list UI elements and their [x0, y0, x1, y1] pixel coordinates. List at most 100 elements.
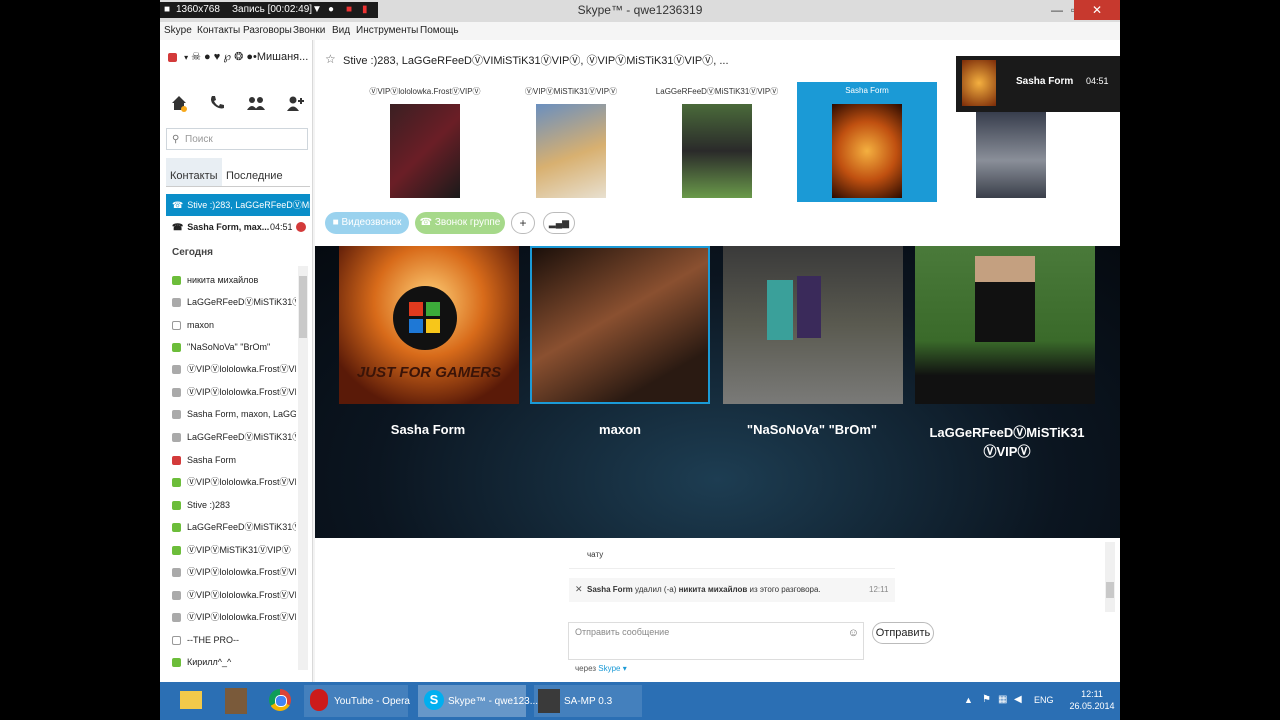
left-panel: ▾ ☠ ● ♥ ℘ ❂ ●•Мишаня... ⚲ Поиск Контакты… [160, 40, 313, 682]
network-icon[interactable]: ▦ [998, 694, 1007, 705]
contact-name: LaGGeRFeeDⓋMiSTiK31ⓋVIP... [187, 522, 296, 532]
participant-card-selected[interactable]: Sasha Form [797, 82, 937, 202]
menu-contacts[interactable]: Контакты [197, 22, 240, 40]
contacts-icon[interactable] [246, 94, 266, 112]
menu-tools[interactable]: Инструменты [356, 22, 418, 40]
contact-item[interactable]: никита михайлов [166, 269, 296, 291]
clock[interactable]: 12:11 26.05.2014 [1068, 688, 1116, 712]
phone-icon[interactable] [208, 94, 228, 112]
contact-item[interactable]: Sasha Form [166, 449, 296, 471]
user-profile[interactable]: ▾ ☠ ● ♥ ℘ ❂ ●•Мишаня... [168, 50, 308, 63]
contact-item[interactable]: --THE PRO-- [166, 629, 296, 651]
tray-arrow-icon[interactable]: ▲ [964, 695, 973, 705]
search-input[interactable]: ⚲ Поиск [166, 128, 308, 150]
conversation-name: Sasha Form, max... [187, 222, 270, 232]
video-tile[interactable] [915, 246, 1095, 404]
popup-name: Sasha Form [1016, 76, 1074, 87]
message-placeholder: Отправить сообщение [575, 627, 670, 637]
participant-card[interactable]: ⓋVIPⓋMiSTiK31ⓋVIPⓋ [501, 82, 641, 202]
contact-item[interactable]: Sasha Form, maxon, LaGGe... [166, 403, 296, 425]
contact-item[interactable]: "NaSoNoVa" "BrOm" [166, 336, 296, 358]
participant-card[interactable]: ⓋVIPⓋlololowka.FrostⓋVIPⓋ [355, 82, 495, 202]
menu-help[interactable]: Помощь [420, 22, 459, 40]
contacts-scrollbar[interactable] [298, 266, 308, 670]
active-conversation-group[interactable]: ☎ Stive :)283, LaGGeRFeeDⓋMi... [166, 194, 310, 216]
file-explorer-icon[interactable] [178, 685, 206, 717]
windows-logo [393, 286, 457, 350]
user-name: ☠ ● ♥ ℘ ❂ ●•Мишаня... [191, 51, 309, 63]
video-tile-active[interactable] [530, 246, 710, 404]
message-input[interactable]: Отправить сообщение ☺ [568, 622, 864, 660]
status-busy-icon [172, 456, 181, 466]
user-status-icon[interactable] [168, 52, 177, 62]
contact-item[interactable]: ⓋVIPⓋlololowka.FrostⓋVIPⓋ [166, 471, 296, 493]
via-label: через [575, 664, 597, 673]
tab-contacts[interactable]: Контакты [166, 158, 222, 186]
flag-icon[interactable]: ⚑ [982, 694, 991, 705]
message-actor: Sasha Form [587, 585, 633, 594]
group-call-button[interactable]: ☎ Звонок группе [415, 212, 505, 234]
chat-message: чату [569, 538, 895, 569]
chrome-icon[interactable] [266, 685, 294, 717]
status-online-icon [172, 501, 181, 511]
video-call-label: Видеозвонок [341, 217, 402, 228]
emoticon-icon[interactable]: ☺ [848, 627, 859, 639]
scrollbar-thumb[interactable] [1106, 582, 1114, 598]
contact-name: "NaSoNoVa" "BrOm" [187, 342, 271, 352]
call-icon: ☎ [172, 200, 184, 210]
close-button[interactable]: ✕ [1074, 0, 1120, 20]
status-offline-icon [172, 636, 181, 646]
menu-calls[interactable]: Звонки [293, 22, 325, 40]
contact-name: ⓋVIPⓋlololowka.FrostⓋVIP... [187, 612, 296, 622]
contact-item[interactable]: Stive :)283 [166, 494, 296, 516]
chat-message-system: ✕ Sasha Form удалил (-а) никита михайлов… [569, 578, 895, 602]
contact-item[interactable]: LaGGeRFeeDⓋMiSTiK31ⓋVIP... [166, 426, 296, 448]
volume-icon[interactable]: ◀ [1014, 694, 1022, 705]
add-contact-icon[interactable] [286, 94, 306, 112]
participant-card[interactable]: LaGGeRFeeDⓋMiSTiK31ⓋVIPⓋ [647, 82, 787, 202]
video-call-button[interactable]: ■ Видеозвонок [325, 212, 409, 234]
contact-item[interactable]: LaGGeRFeeDⓋMiSTiK31ⓋVIP... [166, 291, 296, 313]
favorite-star-icon[interactable]: ☆ [325, 52, 336, 66]
menu-view[interactable]: Вид [332, 22, 350, 40]
menu-skype[interactable]: Skype [164, 22, 192, 40]
taskbar-opera[interactable]: YouTube - Opera [304, 685, 410, 717]
group-icon [172, 410, 181, 420]
home-icon[interactable] [170, 94, 190, 112]
chat-scrollbar[interactable] [1105, 542, 1115, 612]
language-indicator[interactable]: ENG [1034, 695, 1054, 705]
group-icon [172, 365, 181, 375]
video-tile-name: "NaSoNoVa" "BrOm" [746, 422, 878, 437]
video-tile[interactable]: JUST FOR GAMERS [339, 246, 519, 404]
active-conversation-call[interactable]: ☎ Sasha Form, max... 04:51 [166, 216, 310, 238]
contact-item[interactable]: LaGGeRFeeDⓋMiSTiK31ⓋVIP... [166, 516, 296, 538]
status-online-icon [172, 276, 181, 286]
taskbar-samp[interactable]: SA-MP 0.3 [534, 685, 642, 717]
status-offline-icon [172, 321, 181, 331]
contact-item[interactable]: Кирилл^_^ [166, 651, 296, 673]
call-quality-button[interactable]: ▂▄▆ [543, 212, 575, 234]
contact-name: ⓋVIPⓋlololowka.FrostⓋVIP... [187, 387, 296, 397]
video-tile[interactable] [723, 246, 903, 404]
contact-item[interactable]: ⓋVIPⓋMiSTiK31ⓋVIPⓋ [166, 539, 296, 561]
character-figure [797, 276, 821, 338]
clock-date: 26.05.2014 [1069, 701, 1115, 711]
section-today: Сегодня [172, 247, 214, 258]
contact-item[interactable]: ⓋVIPⓋlololowka.FrostⓋVIP... [166, 584, 296, 606]
via-selector[interactable]: через Skype ▾ [575, 664, 627, 673]
contact-item[interactable]: ⓋVIPⓋlololowka.FrostⓋVIP... [166, 381, 296, 403]
taskbar-skype[interactable]: S Skype™ - qwe123... [418, 685, 538, 717]
user-photo-icon[interactable] [222, 685, 250, 717]
send-button[interactable]: Отправить [872, 622, 934, 644]
contact-item[interactable]: ⓋVIPⓋlololowka.FrostⓋVIP... [166, 606, 296, 628]
tab-recent[interactable]: Последние [224, 158, 306, 186]
menu-conversations[interactable]: Разговоры [243, 22, 292, 40]
contact-item[interactable]: ⓋVIPⓋlololowka.FrostⓋVIP... [166, 358, 296, 380]
call-popup[interactable]: Sasha Form 04:51 [956, 56, 1120, 112]
scrollbar-thumb[interactable] [299, 276, 307, 338]
contact-item[interactable]: maxon [166, 314, 296, 336]
end-call-icon[interactable] [296, 222, 306, 232]
add-participant-button[interactable]: + [511, 212, 535, 234]
contact-item[interactable]: ⓋVIPⓋlololowka.FrostⓋVIP... [166, 561, 296, 583]
avatar [536, 104, 606, 198]
